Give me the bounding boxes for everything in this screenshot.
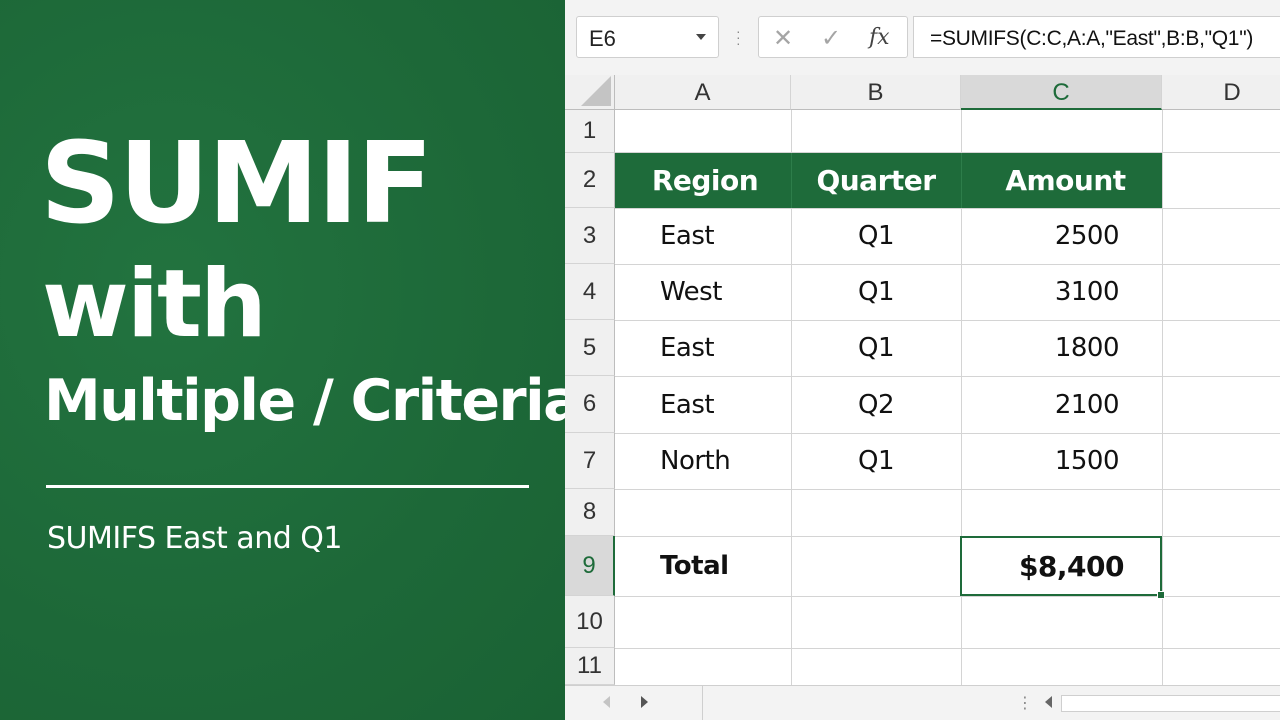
cell-quarter[interactable]: Q1 [791, 320, 961, 376]
horizontal-scrollbar[interactable] [1061, 695, 1280, 712]
cell-region[interactable]: West [615, 264, 791, 320]
row-header-6[interactable]: 6 [565, 376, 615, 433]
title-with: with [42, 250, 267, 359]
formula-input[interactable]: =SUMIFS(C:C,A:A,"East",B:B,"Q1") [913, 16, 1280, 58]
enter-icon[interactable]: ✓ [821, 24, 841, 53]
column-header-c[interactable]: C [961, 75, 1162, 110]
chevron-down-icon[interactable] [696, 34, 706, 40]
formula-actions: ✕ ✓ fx [758, 16, 908, 58]
cell-region[interactable]: East [615, 376, 791, 433]
row-header-11[interactable]: 11 [565, 648, 615, 685]
fill-handle[interactable] [1157, 591, 1165, 599]
scroll-left-icon[interactable] [1045, 696, 1052, 708]
row-header-9[interactable]: 9 [565, 536, 615, 596]
cell-amount[interactable]: 2500 [961, 208, 1162, 264]
cell-amount[interactable]: 3100 [961, 264, 1162, 320]
cell-amount[interactable]: 1500 [961, 433, 1162, 489]
cell-amount[interactable]: 1800 [961, 320, 1162, 376]
formula-bar: E6 · · · ✕ ✓ fx =SUMIFS(C:C,A:A,"East",B:B… [565, 0, 1280, 75]
cell-total-label[interactable]: Total [615, 536, 791, 596]
column-header-d[interactable]: D [1162, 75, 1280, 110]
previous-sheet-icon[interactable] [603, 696, 610, 708]
select-all-triangle-icon [581, 76, 611, 106]
header-cell-quarter[interactable]: Quarter [791, 153, 961, 208]
name-box-value: E6 [589, 26, 616, 51]
row-header-7[interactable]: 7 [565, 433, 615, 489]
active-cell-border [960, 536, 1162, 596]
row-header-2[interactable]: 2 [565, 153, 615, 208]
cell-quarter[interactable]: Q1 [791, 433, 961, 489]
title-divider [46, 485, 529, 488]
row-header-3[interactable]: 3 [565, 208, 615, 264]
next-sheet-icon[interactable] [641, 696, 648, 708]
cell-quarter[interactable]: Q2 [791, 376, 961, 433]
drag-handle-icon[interactable]: ⋮ [1017, 693, 1033, 713]
header-cell-amount[interactable]: Amount [961, 153, 1162, 208]
cell-quarter[interactable]: Q1 [791, 264, 961, 320]
row-header-8[interactable]: 8 [565, 489, 615, 536]
header-cell-region[interactable]: Region [615, 153, 791, 208]
select-all-corner[interactable] [565, 75, 615, 110]
title-sumif: SUMIF [40, 119, 433, 249]
divider [702, 686, 703, 720]
insert-function-icon[interactable]: fx [869, 25, 890, 50]
gridline [615, 489, 1280, 490]
gridline [615, 596, 1280, 597]
row-header-4[interactable]: 4 [565, 264, 615, 320]
sheet-tab-bar: ⋮ [565, 685, 1280, 720]
drag-handle-icon[interactable]: · · · [736, 24, 741, 50]
spreadsheet: E6 · · · ✕ ✓ fx =SUMIFS(C:C,A:A,"East",B:B… [565, 0, 1280, 720]
row-header-10[interactable]: 10 [565, 596, 615, 648]
cell-region[interactable]: East [615, 320, 791, 376]
cell-region[interactable]: North [615, 433, 791, 489]
row-header-5[interactable]: 5 [565, 320, 615, 376]
column-header-b[interactable]: B [791, 75, 961, 110]
cell-quarter[interactable]: Q1 [791, 208, 961, 264]
cancel-icon[interactable]: ✕ [773, 24, 793, 53]
title-panel: SUMIF with Multiple / Criteria SUMIFS Ea… [0, 0, 582, 720]
title-multiple-criteria: Multiple / Criteria [44, 368, 582, 434]
subtitle: SUMIFS East and Q1 [47, 521, 342, 556]
row-header-1[interactable]: 1 [565, 110, 615, 153]
cell-amount[interactable]: 2100 [961, 376, 1162, 433]
cell-region[interactable]: East [615, 208, 791, 264]
name-box[interactable]: E6 [576, 16, 719, 58]
gridline [615, 648, 1280, 649]
column-header-a[interactable]: A [615, 75, 791, 110]
